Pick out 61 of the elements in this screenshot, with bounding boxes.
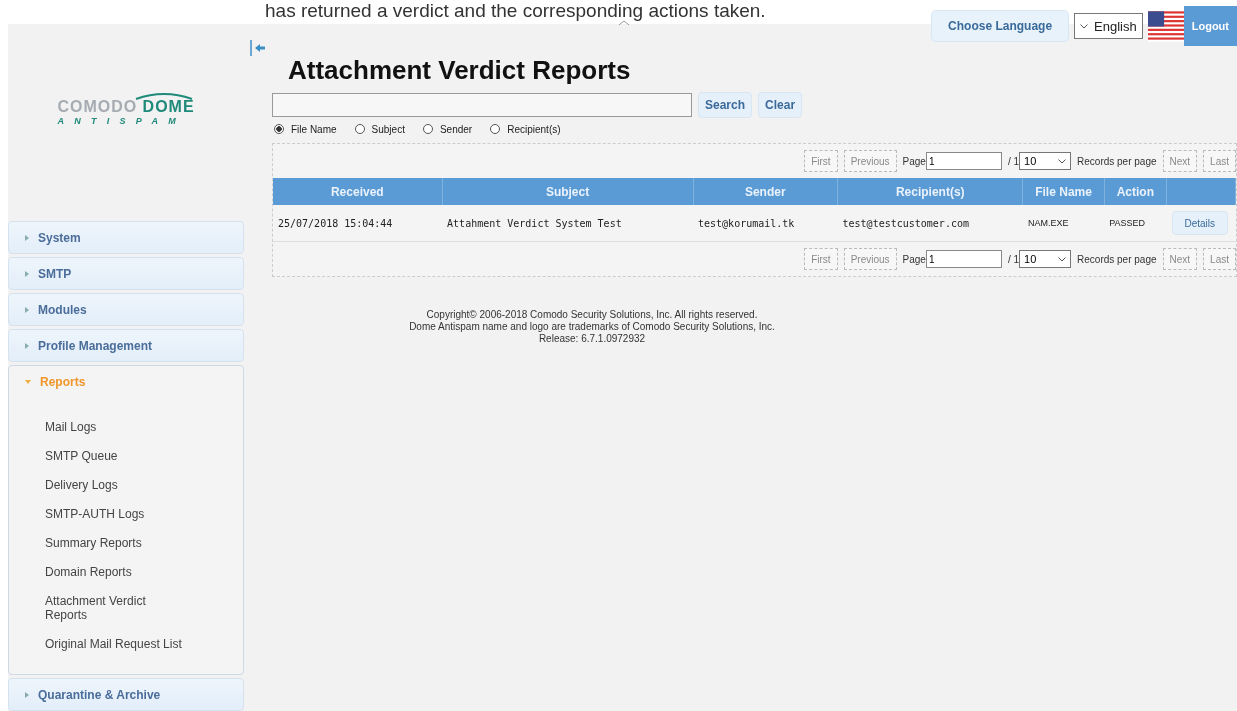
table-cell: test@korumail.tk xyxy=(693,205,838,242)
page-total: / 1 xyxy=(1007,253,1020,265)
sidebar-section[interactable]: SMTP xyxy=(9,258,243,289)
radio-option[interactable]: Recipient(s) xyxy=(490,123,561,135)
logo-subtitle: ANTISPAM xyxy=(57,116,187,126)
page-total: / 1 xyxy=(1007,155,1020,167)
page-label: Page xyxy=(902,253,926,265)
records-per-page-label: Records per page xyxy=(1077,253,1157,265)
sidebar-item[interactable]: Mail Logs xyxy=(45,413,185,442)
logout-button[interactable]: Logout xyxy=(1183,6,1237,46)
column-header: Received xyxy=(273,178,443,205)
sidebar-item[interactable]: Delivery Logs xyxy=(45,471,185,500)
search-button[interactable]: Search xyxy=(698,92,753,118)
caret-icon xyxy=(25,270,29,277)
search-button[interactable]: Clear xyxy=(758,92,803,118)
sidebar-section[interactable]: Modules xyxy=(9,294,243,325)
table-cell: 25/07/2018 15:04:44 xyxy=(273,205,443,242)
column-header: Sender xyxy=(693,178,838,205)
caret-icon xyxy=(25,379,31,384)
sidebar-item[interactable]: SMTP Queue xyxy=(45,442,185,471)
collapse-icon[interactable] xyxy=(250,40,266,56)
sidebar-item[interactable]: Summary Reports xyxy=(45,529,185,558)
column-header: Action xyxy=(1104,178,1167,205)
chevron-down-icon xyxy=(1080,23,1089,29)
radio-option[interactable]: File Name xyxy=(274,123,337,135)
radio-option[interactable]: Subject xyxy=(354,123,405,135)
footer-text: Dome Antispam name and logo are trademarks of Comodo Security Solutions, Inc. xyxy=(408,321,776,333)
sidebar-section[interactable]: Quarantine & Archive xyxy=(9,679,243,710)
caret-icon xyxy=(25,342,29,349)
details-button[interactable]: Details xyxy=(1171,211,1229,235)
table-cell: PASSED xyxy=(1104,205,1167,242)
records-per-page-label: Records per page xyxy=(1077,155,1157,167)
footer-text: Release: 6.7.1.0972932 xyxy=(537,333,647,345)
chevron-down-icon xyxy=(1058,158,1067,164)
caption-text: has returned a verdict and the corresponding actions taken. xyxy=(264,0,767,23)
language-select[interactable]: English xyxy=(1074,13,1143,39)
sidebar-item[interactable]: Attachment Verdict Reports xyxy=(45,587,185,630)
flag-icon xyxy=(1147,10,1184,42)
sidebar-item[interactable]: SMTP-AUTH Logs xyxy=(45,500,185,529)
page-label: Page xyxy=(902,155,926,167)
sidebar-section[interactable]: System xyxy=(9,222,243,253)
column-header: Recipient(s) xyxy=(837,178,1023,205)
caret-icon xyxy=(25,691,29,698)
logo-product: DOME xyxy=(142,98,195,115)
sidebar-item[interactable]: Original Mail Request List xyxy=(45,630,185,659)
table-cell: Attahment Verdict System Test xyxy=(442,205,693,242)
table-cell: NAM.EXE xyxy=(1023,205,1105,242)
radio-option[interactable]: Sender xyxy=(422,123,473,135)
sidebar-item[interactable]: Domain Reports xyxy=(45,558,185,587)
choose-language-button[interactable]: Choose Language xyxy=(931,10,1070,42)
search-field[interactable] xyxy=(272,93,692,117)
column-header: Subject xyxy=(442,178,693,205)
logo-brand: COMODO xyxy=(57,98,138,115)
page-title: Attachment Verdict Reports xyxy=(288,55,632,86)
sidebar-section[interactable]: Profile Management xyxy=(9,330,243,361)
footer-text: Copyright© 2006-2018 Comodo Security Solutions, Inc. All rights reserved. xyxy=(425,309,759,321)
caret-icon xyxy=(25,234,29,241)
caret-icon xyxy=(25,306,29,313)
table-cell: test@testcustomer.com xyxy=(837,205,1023,242)
column-header: File Name xyxy=(1023,178,1105,205)
chevron-down-icon xyxy=(1058,256,1067,262)
